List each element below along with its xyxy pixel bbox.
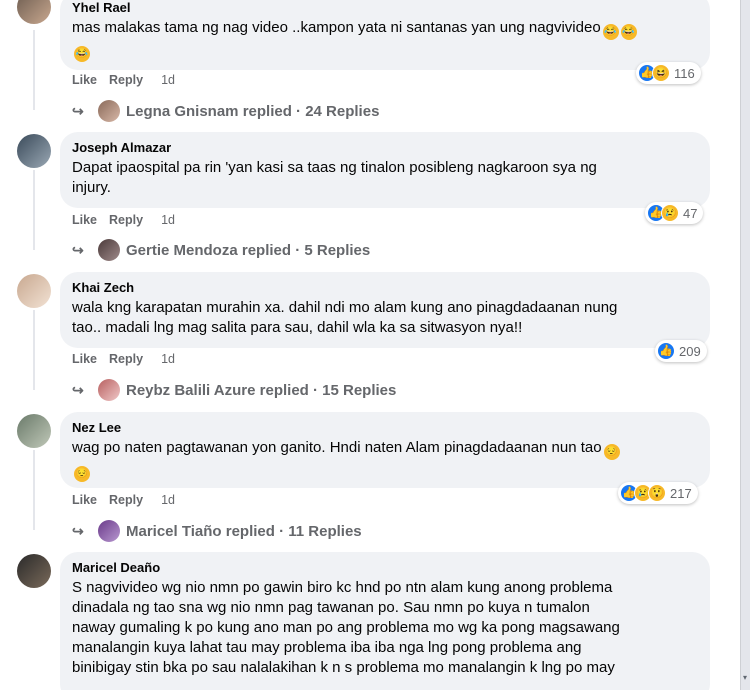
- scroll-down-arrow-icon[interactable]: ▾: [741, 674, 749, 682]
- reply-arrow-icon: ↪: [72, 382, 84, 398]
- reaction-summary[interactable]: 👍 😆 116: [636, 62, 701, 84]
- avatar[interactable]: [17, 554, 51, 588]
- rofl-emoji-icon: 😂: [620, 24, 637, 40]
- comment-text-line: injury.: [72, 179, 111, 196]
- wow-icon: 😲: [648, 484, 666, 502]
- reaction-count: 116: [674, 65, 695, 81]
- comment-text-line: wala kng karapatan murahin xa. dahil ndi…: [72, 299, 618, 316]
- comment-text-line: tao.. madali lng mag salita para sau, da…: [72, 319, 523, 336]
- reply-button[interactable]: Reply: [109, 352, 143, 366]
- replies-text[interactable]: Reybz Balili Azure replied · 15 Replies: [126, 382, 396, 399]
- timestamp[interactable]: 1d: [161, 213, 175, 227]
- comment-text: Dapat ipaospital pa rin 'yan kasi sa taa…: [72, 158, 698, 198]
- rofl-emoji-icon: 😂: [602, 24, 619, 40]
- comment-text: wala kng karapatan murahin xa. dahil ndi…: [72, 298, 698, 338]
- avatar: [98, 100, 120, 122]
- comment-text: mas malakas tama ng nag video ..kampon y…: [72, 18, 698, 62]
- reply-arrow-icon: ↪: [72, 523, 84, 539]
- reply-arrow-icon: ↪: [72, 242, 84, 258]
- avatar[interactable]: [17, 134, 51, 168]
- thread-line: [33, 450, 35, 530]
- comment-author[interactable]: Nez Lee: [72, 420, 698, 436]
- comment-text: S nagvivideo wg nio nmn po gawin biro kc…: [72, 578, 698, 678]
- reply-button[interactable]: Reply: [109, 493, 143, 507]
- reply-arrow-icon: ↪: [72, 103, 84, 119]
- haha-icon: 😆: [652, 64, 670, 82]
- reply-button[interactable]: Reply: [109, 213, 143, 227]
- avatar[interactable]: [17, 0, 51, 24]
- comment-bubble: Maricel Deaño S nagvivideo wg nio nmn po…: [60, 552, 710, 690]
- like-icon: 👍: [657, 342, 675, 360]
- comment-actions: Like Reply 1d: [72, 352, 175, 366]
- comment-thread: Yhel Rael mas malakas tama ng nag video …: [0, 0, 740, 690]
- rofl-emoji-icon: 😂: [74, 46, 90, 62]
- comment-actions: Like Reply 1d: [72, 493, 175, 507]
- reply-button[interactable]: Reply: [109, 73, 143, 87]
- comment-actions: Like Reply 1d: [72, 73, 175, 87]
- comment-bubble: Nez Lee wag po naten pagtawanan yon gani…: [60, 412, 710, 488]
- view-replies-link[interactable]: ↪ Legna Gnisnam replied · 24 Replies: [72, 100, 379, 122]
- comment-bubble: Joseph Almazar Dapat ipaospital pa rin '…: [60, 132, 710, 208]
- comment-text-line: manalangin kuya lahat tau may problema i…: [72, 639, 582, 656]
- replies-text[interactable]: Gertie Mendoza replied · 5 Replies: [126, 242, 370, 259]
- avatar: [98, 379, 120, 401]
- like-button[interactable]: Like: [72, 73, 97, 87]
- comment-text-line: dinadala ng tao sna wg nio nmn pag tawan…: [72, 599, 590, 616]
- comment-bubble: Yhel Rael mas malakas tama ng nag video …: [60, 0, 710, 70]
- replies-text[interactable]: Legna Gnisnam replied · 24 Replies: [126, 103, 379, 120]
- replies-text[interactable]: Maricel Tiaño replied · 11 Replies: [126, 523, 362, 540]
- view-replies-link[interactable]: ↪ Maricel Tiaño replied · 11 Replies: [72, 520, 362, 542]
- reaction-summary[interactable]: 👍 😢 47: [645, 202, 704, 224]
- thread-line: [33, 310, 35, 390]
- timestamp[interactable]: 1d: [161, 352, 175, 366]
- reaction-count: 209: [679, 343, 701, 359]
- comment-actions: Like Reply 1d: [72, 213, 175, 227]
- view-replies-link[interactable]: ↪ Gertie Mendoza replied · 5 Replies: [72, 239, 370, 261]
- sad-icon: 😢: [661, 204, 679, 222]
- sad-emoji-icon: 😔: [74, 466, 90, 482]
- avatar: [98, 520, 120, 542]
- comment-author[interactable]: Maricel Deaño: [72, 560, 698, 576]
- comment-author[interactable]: Yhel Rael: [72, 0, 698, 16]
- thread-line: [33, 170, 35, 250]
- like-button[interactable]: Like: [72, 213, 97, 227]
- timestamp[interactable]: 1d: [161, 493, 175, 507]
- comment-text-body: wag po naten pagtawanan yon ganito. Hndi…: [72, 439, 602, 456]
- comment-text: wag po naten pagtawanan yon ganito. Hndi…: [72, 438, 698, 482]
- timestamp[interactable]: 1d: [161, 73, 175, 87]
- like-button[interactable]: Like: [72, 493, 97, 507]
- reaction-count: 47: [683, 205, 698, 221]
- view-replies-link[interactable]: ↪ Reybz Balili Azure replied · 15 Replie…: [72, 379, 396, 401]
- comment-text-line: S nagvivideo wg nio nmn po gawin biro kc…: [72, 579, 613, 596]
- comment-text-line: Dapat ipaospital pa rin 'yan kasi sa taa…: [72, 159, 597, 176]
- comment-text-line: naway gumaling k po kung ano man po ang …: [72, 619, 620, 636]
- thread-line: [33, 30, 35, 110]
- like-button[interactable]: Like: [72, 352, 97, 366]
- comment-author[interactable]: Joseph Almazar: [72, 140, 698, 156]
- comment-text-line: binibigay stin bka po sau nalalakihan k …: [72, 659, 615, 676]
- avatar[interactable]: [17, 414, 51, 448]
- sad-emoji-icon: 😔: [603, 444, 620, 460]
- reaction-summary[interactable]: 👍 😢 😲 217: [618, 482, 698, 504]
- comment-author[interactable]: Khai Zech: [72, 280, 698, 296]
- comment-bubble: Khai Zech wala kng karapatan murahin xa.…: [60, 272, 710, 348]
- scrollbar[interactable]: ▾: [740, 0, 750, 690]
- avatar: [98, 239, 120, 261]
- avatar[interactable]: [17, 274, 51, 308]
- reaction-count: 217: [670, 485, 692, 501]
- reaction-summary[interactable]: 👍 209: [655, 340, 707, 362]
- comment-text-body: mas malakas tama ng nag video ..kampon y…: [72, 19, 601, 36]
